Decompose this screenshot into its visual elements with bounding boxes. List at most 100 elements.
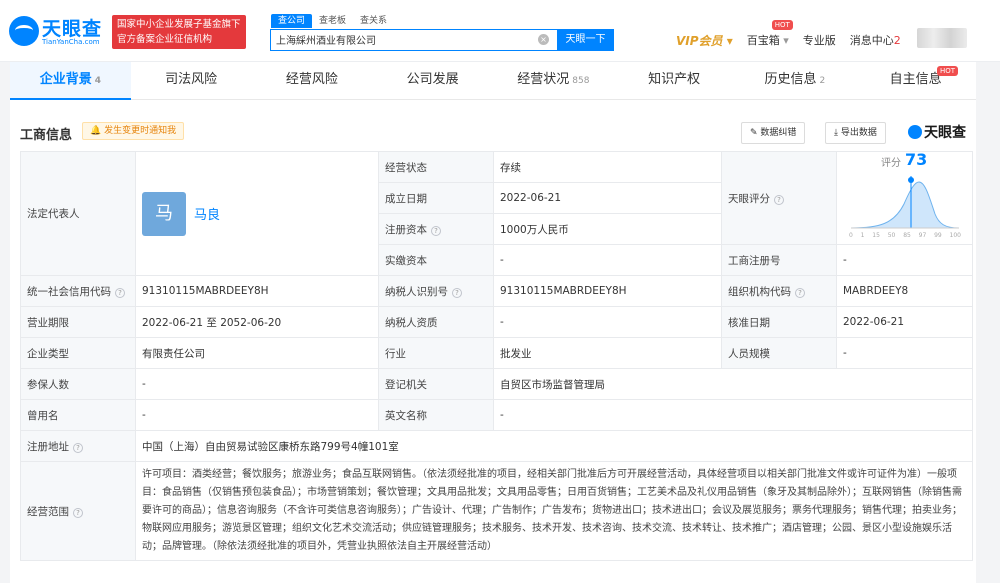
bell-icon: 🔔 bbox=[90, 126, 105, 136]
legal-rep-cell: 马马良 bbox=[135, 151, 379, 276]
term-label: 营业期限 bbox=[20, 306, 136, 338]
search-button[interactable]: 天眼一下 bbox=[557, 29, 614, 51]
help-icon[interactable]: ? bbox=[774, 194, 784, 205]
search-box: × bbox=[270, 29, 558, 51]
toolbox-label: 百宝箱 bbox=[746, 34, 780, 47]
taxpayer-qual-label: 纳税人资质 bbox=[378, 306, 494, 338]
top-header: 天眼查 TianYanCha.com 国家中小企业发展子基金旗下 官方备案企业征… bbox=[0, 0, 1000, 62]
score-tick: 15 bbox=[872, 232, 880, 239]
former-name-label: 曾用名 bbox=[20, 399, 136, 431]
tab-count: 2 bbox=[819, 76, 826, 86]
status-value: 存续 bbox=[493, 151, 722, 183]
toolbox-menu[interactable]: 百宝箱 ▾ HOT bbox=[746, 20, 793, 48]
search-tab-company[interactable]: 查公司 bbox=[271, 14, 313, 28]
taxpayer-id-label-cell: 纳税人识别号? bbox=[378, 275, 494, 307]
tab-self-info[interactable]: 自主信息 HOT bbox=[855, 62, 976, 99]
tab-judicial-risk[interactable]: 司法风险 bbox=[131, 62, 252, 99]
help-icon[interactable]: ? bbox=[452, 287, 462, 298]
message-center-label: 消息中心 bbox=[849, 34, 894, 47]
tab-operational-risk[interactable]: 经营风险 bbox=[252, 62, 373, 99]
scope-label-cell: 经营范围? bbox=[20, 461, 136, 561]
term-value: 2022-06-21 至 2052-06-20 bbox=[135, 306, 379, 338]
tab-company-development[interactable]: 公司发展 bbox=[372, 62, 493, 99]
help-icon[interactable]: ? bbox=[115, 287, 125, 298]
search-input[interactable] bbox=[271, 30, 521, 49]
user-avatar[interactable] bbox=[917, 28, 967, 48]
vip-menu[interactable]: VIP会员 ▾ bbox=[676, 32, 733, 49]
logo-text: 天眼查 bbox=[42, 18, 103, 40]
score-tick: 97 bbox=[918, 232, 927, 239]
score-label-cell: 天眼评分? bbox=[721, 151, 837, 245]
badge-line2: 官方备案企业征信机构 bbox=[117, 34, 213, 45]
score-tick: 99 bbox=[934, 232, 942, 239]
business-info-panel: 工商信息 🔔 发生变更时通知我 ✎ 数据纠错 ⤓ 导出数据 天眼查 法定代表人 … bbox=[10, 100, 976, 583]
credit-code-value: 91310115MABRDEEY8H bbox=[135, 275, 379, 307]
company-tabs: 企业背景 4 司法风险 经营风险 公司发展 经营状况 858 知识产权 历史信息 2 … bbox=[10, 62, 976, 100]
help-icon[interactable]: ? bbox=[73, 507, 83, 518]
approve-value: 2022-06-21 bbox=[836, 306, 973, 338]
change-notify-button[interactable]: 🔔 发生变更时通知我 bbox=[82, 122, 185, 140]
taxpayer-id-label: 纳税人识别号 bbox=[385, 285, 448, 298]
pro-version-link[interactable]: 专业版 bbox=[803, 32, 836, 48]
score-value: 73 bbox=[905, 151, 928, 170]
score-cell: 评分 73 0 1 15 50 85 97 99 100 bbox=[836, 151, 973, 245]
search-tab-relation[interactable]: 查关系 bbox=[353, 14, 394, 28]
taxpayer-id-value: 91310115MABRDEEY8H bbox=[493, 275, 722, 307]
help-icon[interactable]: ? bbox=[73, 442, 83, 453]
tab-history-info[interactable]: 历史信息 2 bbox=[735, 62, 856, 99]
tab-business-status[interactable]: 经营状况 858 bbox=[493, 62, 614, 99]
tab-enterprise-background[interactable]: 企业背景 4 bbox=[10, 62, 131, 100]
message-center-link[interactable]: 消息中心2 bbox=[850, 32, 901, 48]
org-code-label-cell: 组织机构代码? bbox=[721, 275, 837, 307]
score-title: 评分 bbox=[881, 158, 901, 169]
tab-label: 经营状况 bbox=[517, 72, 570, 87]
tab-label: 企业背景 bbox=[39, 72, 92, 87]
address-label-cell: 注册地址? bbox=[20, 430, 136, 462]
tab-label: 知识产权 bbox=[648, 72, 701, 87]
legal-rep-label: 法定代表人 bbox=[20, 151, 136, 276]
top-nav: VIP会员 ▾ 百宝箱 ▾ HOT 专业版 消息中心2 bbox=[676, 20, 915, 49]
legal-rep-avatar[interactable]: 马 bbox=[142, 191, 186, 236]
correct-label: 数据纠错 bbox=[760, 128, 797, 138]
tab-label: 经营风险 bbox=[285, 72, 338, 87]
tab-label: 自主信息 bbox=[889, 72, 942, 87]
capital-value: 1000万人民币 bbox=[493, 213, 722, 245]
scale-label: 人员规模 bbox=[721, 337, 837, 369]
reg-no-value: - bbox=[836, 244, 973, 276]
score-label: 天眼评分 bbox=[728, 192, 770, 205]
export-data-button[interactable]: ⤓ 导出数据 bbox=[825, 122, 886, 144]
reg-no-label: 工商注册号 bbox=[721, 244, 837, 276]
score-distribution-chart bbox=[850, 176, 960, 229]
chevron-down-icon: ▾ bbox=[779, 34, 789, 47]
section-title: 工商信息 bbox=[20, 128, 73, 143]
capital-label: 注册资本 bbox=[385, 223, 427, 236]
hot-badge: HOT bbox=[936, 66, 958, 76]
tab-count: 858 bbox=[572, 76, 590, 86]
tab-intellectual-property[interactable]: 知识产权 bbox=[614, 62, 735, 99]
data-correction-button[interactable]: ✎ 数据纠错 bbox=[741, 122, 806, 144]
tab-label: 公司发展 bbox=[406, 72, 459, 87]
address-value: 中国（上海）自由贸易试验区康桥东路799号4幢101室 bbox=[135, 430, 973, 462]
logo-domain: TianYanCha.com bbox=[42, 38, 100, 46]
industry-value: 批发业 bbox=[493, 337, 722, 369]
legal-rep-name-link[interactable]: 马良 bbox=[194, 204, 220, 223]
credit-code-label-cell: 统一社会信用代码? bbox=[20, 275, 136, 307]
authority-value: 自贸区市场监督管理局 bbox=[493, 368, 973, 400]
approve-label: 核准日期 bbox=[721, 306, 837, 338]
insured-value: - bbox=[135, 368, 379, 400]
scope-label: 经营范围 bbox=[27, 505, 69, 518]
status-label: 经营状态 bbox=[378, 151, 494, 183]
former-name-value: - bbox=[135, 399, 379, 431]
tianyancha-logo[interactable]: 天眼查 TianYanCha.com bbox=[9, 14, 105, 48]
clear-search-icon[interactable]: × bbox=[538, 34, 549, 45]
tab-label: 司法风险 bbox=[165, 72, 218, 87]
vip-label: VIP会员 bbox=[676, 33, 723, 48]
help-icon[interactable]: ? bbox=[431, 225, 441, 236]
search-tab-boss[interactable]: 查老板 bbox=[312, 14, 353, 28]
taxpayer-qual-value: - bbox=[493, 306, 722, 338]
brand-logo-icon bbox=[908, 125, 922, 139]
help-icon[interactable]: ? bbox=[795, 287, 805, 298]
tab-label: 历史信息 bbox=[764, 72, 817, 87]
hot-badge: HOT bbox=[771, 20, 793, 30]
founded-label: 成立日期 bbox=[378, 182, 494, 214]
